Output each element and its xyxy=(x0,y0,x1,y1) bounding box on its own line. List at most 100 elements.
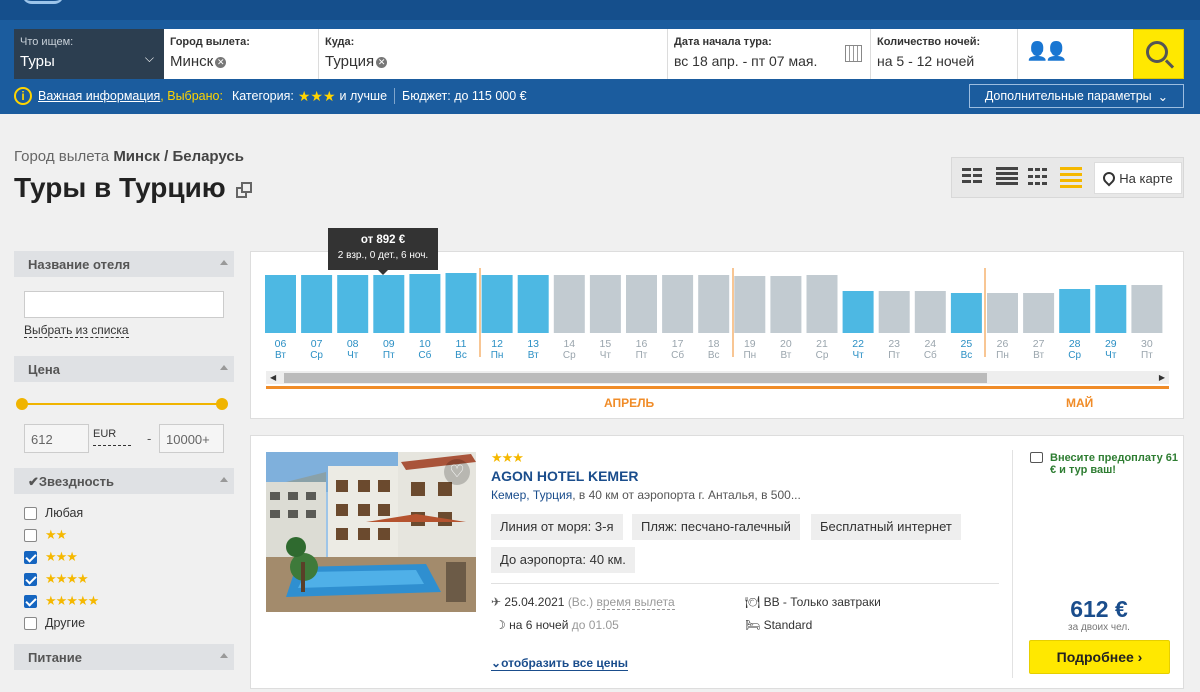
more-params-button[interactable]: Дополнительные параметры ⌄ xyxy=(969,84,1184,108)
slider-max-handle[interactable] xyxy=(216,398,228,410)
nights-info: ☽ на 6 ночей до 01.05 xyxy=(495,618,619,632)
hotel-location-link[interactable]: Кемер, Турция xyxy=(491,488,572,502)
price-bar[interactable] xyxy=(950,293,982,333)
currency-select[interactable]: EUR xyxy=(93,428,131,446)
weekday-label: Пт xyxy=(636,350,648,361)
hotel-photo[interactable]: ♡ xyxy=(266,452,476,612)
price-bar[interactable] xyxy=(553,275,585,333)
price-bar[interactable] xyxy=(734,276,766,333)
tourists-field[interactable]: 👤👤 xyxy=(1018,29,1133,79)
price-bar[interactable] xyxy=(662,275,694,333)
stars-header[interactable]: ✔Звездность xyxy=(14,468,234,494)
price-bar[interactable] xyxy=(1023,293,1055,333)
price-bar[interactable] xyxy=(481,275,513,333)
search-type-select[interactable]: Что ищем: Туры ⌵ xyxy=(14,29,164,79)
departure-city-value: Минск ✕ xyxy=(170,53,227,70)
stars-option[interactable]: Любая xyxy=(24,502,234,524)
destination-field[interactable]: Куда: Турция ✕ xyxy=(319,29,668,79)
price-bar[interactable] xyxy=(301,275,333,333)
stars-checkbox[interactable] xyxy=(24,616,37,630)
copy-icon[interactable] xyxy=(235,181,252,198)
day-label: 22 xyxy=(852,338,864,350)
tooltip-details: 2 взр., 0 дет., 6 ноч. xyxy=(337,250,429,261)
price-bar[interactable] xyxy=(517,275,549,333)
list-view-icon[interactable] xyxy=(992,164,1022,192)
price-slider[interactable] xyxy=(14,396,234,424)
stars-option[interactable]: ★★★ xyxy=(24,546,234,568)
price-bar[interactable] xyxy=(842,291,874,333)
price-bar[interactable] xyxy=(337,275,369,333)
tour-date-field[interactable]: Дата начала тура: вс 18 апр. - пт 07 мая… xyxy=(668,29,871,79)
clear-icon[interactable]: ✕ xyxy=(215,56,227,68)
hotel-name-input[interactable] xyxy=(24,291,224,318)
day-label: 23 xyxy=(888,338,900,350)
stars-checkbox[interactable] xyxy=(24,594,37,608)
stars-checkbox[interactable] xyxy=(24,506,37,520)
scroll-thumb[interactable] xyxy=(284,373,987,383)
stars-option[interactable]: ★★★★ xyxy=(24,568,234,590)
detailed-list-icon[interactable] xyxy=(1056,164,1086,192)
day-label: 17 xyxy=(672,338,684,350)
slider-min-handle[interactable] xyxy=(16,398,28,410)
flight-time-link[interactable]: время вылета xyxy=(596,595,675,610)
stars-checkbox[interactable] xyxy=(24,528,37,542)
stars-option[interactable]: ★★★★★ xyxy=(24,590,234,612)
crumb-city: Минск / Беларусь xyxy=(113,148,244,165)
map-button[interactable]: На карте xyxy=(1094,162,1182,194)
weekday-label: Ср xyxy=(563,350,576,361)
hotel-card: ♡ ★★★ AGON HOTEL KEMER Кемер, Турция, в … xyxy=(250,435,1184,689)
hotel-name-header[interactable]: Название отеля xyxy=(14,251,234,277)
logo[interactable] xyxy=(22,0,64,4)
price-min-input[interactable]: 612 xyxy=(24,424,89,453)
price-bar[interactable] xyxy=(1131,285,1163,333)
price-bar[interactable] xyxy=(770,276,802,333)
departure-city-field[interactable]: Город вылета: Минск ✕ xyxy=(164,29,319,79)
tour-price: 612 € xyxy=(1070,596,1128,622)
weekday-label: Чт xyxy=(600,350,612,361)
price-bar[interactable] xyxy=(265,275,296,333)
nights-field[interactable]: Количество ночей: на 5 - 12 ночей xyxy=(871,29,1018,79)
price-header[interactable]: Цена xyxy=(14,356,234,382)
hotel-name-link[interactable]: AGON HOTEL KEMER xyxy=(491,468,639,484)
chart-scrollbar[interactable]: ◀ ▶ xyxy=(266,371,1169,384)
price-bar[interactable] xyxy=(806,275,838,333)
weekday-label: Вт xyxy=(780,350,791,361)
price-bar[interactable] xyxy=(409,274,441,333)
collapse-icon xyxy=(220,260,228,265)
hotel-tag-sea-line: Линия от моря: 3-я xyxy=(491,514,623,540)
price-bar[interactable] xyxy=(698,275,730,333)
search-button[interactable] xyxy=(1133,29,1184,79)
price-bar[interactable] xyxy=(626,275,657,333)
price-bar[interactable] xyxy=(1095,285,1127,333)
price-bar[interactable] xyxy=(1059,289,1091,333)
stars-option[interactable]: ★★ xyxy=(24,524,234,546)
price-bar[interactable] xyxy=(987,293,1018,333)
food-header[interactable]: Питание xyxy=(14,644,234,670)
important-info-link[interactable]: Важная информация xyxy=(38,89,160,103)
stars-checkbox[interactable] xyxy=(24,572,37,586)
calendar-icon[interactable] xyxy=(845,45,862,62)
tiles-view-icon[interactable] xyxy=(1024,164,1054,192)
stars-option-stars: ★★★ xyxy=(45,549,78,564)
prepay-notice: Внесите предоплату 61 € и тур ваш! xyxy=(1030,452,1180,476)
price-bar[interactable] xyxy=(878,291,910,333)
details-button[interactable]: Подробнее › xyxy=(1029,640,1170,674)
weekday-label: Пн xyxy=(996,350,1009,361)
choose-from-list-link[interactable]: Выбрать из списка xyxy=(24,323,129,338)
stars-option[interactable]: Другие xyxy=(24,612,234,634)
price-bar[interactable] xyxy=(445,273,477,333)
check-icon: ✔ xyxy=(28,474,39,489)
show-all-prices-link[interactable]: ⌄отобразить все цены xyxy=(491,656,628,671)
favorite-heart-icon[interactable]: ♡ xyxy=(444,459,470,485)
stars-checkbox[interactable] xyxy=(24,550,37,564)
scroll-right-icon[interactable]: ▶ xyxy=(1159,373,1165,382)
clear-icon[interactable]: ✕ xyxy=(376,56,388,68)
price-bar[interactable] xyxy=(373,275,405,333)
price-bar[interactable] xyxy=(914,291,946,333)
month-april: АПРЕЛЬ xyxy=(604,396,655,410)
price-bar[interactable] xyxy=(589,275,621,333)
weekday-label: Вс xyxy=(961,350,973,361)
scroll-left-icon[interactable]: ◀ xyxy=(270,373,276,382)
price-max-input[interactable]: 10000+ xyxy=(159,424,224,453)
grid-view-icon[interactable] xyxy=(958,164,988,192)
